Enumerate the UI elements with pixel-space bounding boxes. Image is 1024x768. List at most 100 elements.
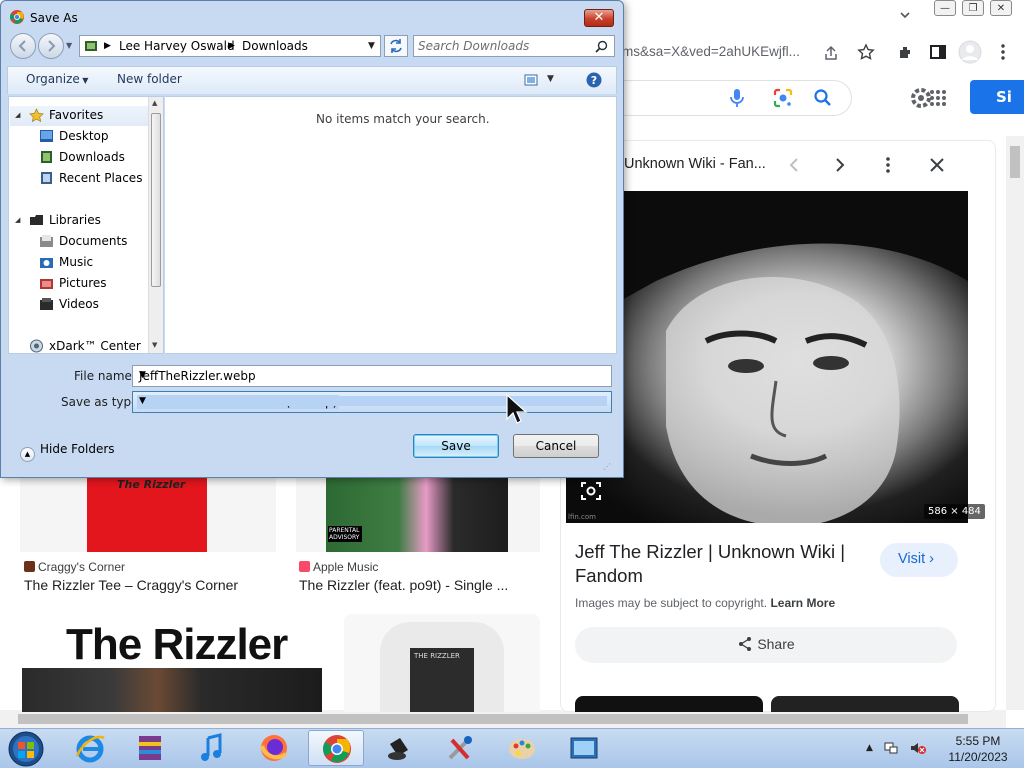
taskbar-screenshot[interactable] (556, 730, 612, 766)
chrome-menu-icon[interactable] (994, 43, 1012, 61)
preview-heading[interactable]: Jeff The Rizzler | Unknown Wiki | Fandom (575, 540, 865, 588)
next-image-icon[interactable] (832, 156, 848, 174)
sign-in-button[interactable]: Si (970, 80, 1024, 114)
previous-image-icon[interactable] (786, 156, 802, 174)
nav-pictures[interactable]: Pictures (40, 276, 107, 290)
visit-button[interactable]: Visit › (880, 543, 958, 577)
share-page-icon[interactable] (822, 44, 840, 62)
result-image[interactable]: THE RIZZLER (344, 614, 540, 712)
nav-downloads[interactable]: Downloads (41, 150, 125, 164)
voice-search-icon[interactable] (728, 88, 746, 108)
extensions-icon[interactable] (897, 43, 915, 61)
empty-results-message: No items match your search. (316, 112, 490, 126)
bookmark-star-icon[interactable] (857, 43, 875, 61)
save-button[interactable]: Save (413, 434, 499, 458)
organize-menu[interactable]: Organize ▼ (26, 72, 88, 86)
breadcrumb-separator-icon[interactable]: ▶ (104, 41, 111, 51)
side-panel-icon[interactable] (929, 43, 947, 61)
search-icon[interactable] (813, 88, 833, 108)
cancel-button[interactable]: Cancel (513, 434, 599, 458)
taskbar-chrome[interactable] (308, 730, 364, 766)
url-text[interactable]: ms&sa=X&ved=2ahUKEwjfl... (622, 44, 800, 59)
page-horizontal-scrollbar[interactable] (0, 710, 1006, 728)
result-image[interactable]: The Rizzler (22, 614, 322, 712)
minimize-button[interactable]: — (934, 0, 956, 16)
refresh-button[interactable] (384, 35, 408, 57)
tab-search-chevron-icon[interactable] (898, 8, 912, 22)
volume-muted-icon[interactable] (909, 740, 927, 756)
taskbar-firefox[interactable] (246, 730, 302, 766)
result-title[interactable]: The Rizzler Tee – Craggy's Corner (24, 577, 238, 593)
back-button[interactable] (10, 33, 36, 59)
taskbar-tools[interactable] (432, 730, 488, 766)
nav-videos[interactable]: Videos (40, 297, 99, 311)
show-hidden-icons-icon[interactable]: ▲ (866, 743, 873, 753)
result-source[interactable]: Apple Music (299, 560, 378, 574)
taskbar-clock[interactable]: 5:55 PM 11/20/2023 (938, 733, 1018, 765)
breadcrumb-downloads[interactable]: Downloads (242, 39, 308, 53)
taskbar-itunes[interactable] (184, 730, 240, 766)
search-downloads-field[interactable] (413, 35, 615, 57)
taskbar-paint[interactable] (494, 730, 550, 766)
save-as-type-dropdown-icon[interactable]: ▼ (137, 396, 607, 406)
preview-image[interactable]: lfin.com (566, 191, 968, 523)
nav-recent-places[interactable]: Recent Places (41, 171, 142, 185)
hide-folders-toggle[interactable]: ▲ Hide Folders (20, 442, 115, 462)
breadcrumb-separator-icon[interactable]: ▶ (228, 41, 235, 51)
navigation-scrollbar-thumb[interactable] (151, 113, 161, 287)
nav-favorites[interactable]: Favorites (29, 108, 103, 122)
collapse-favorites-icon[interactable]: ◢ (15, 111, 20, 119)
more-options-icon[interactable] (880, 156, 896, 174)
page-vertical-scrollbar[interactable] (1006, 136, 1024, 710)
taskbar-ie[interactable] (62, 730, 118, 766)
breadcrumb[interactable]: ▶ Lee Harvey Oswald ▶ Downloads (79, 35, 381, 57)
lens-search-icon[interactable] (580, 480, 602, 502)
search-input[interactable] (418, 38, 588, 54)
related-thumbnail[interactable] (771, 696, 959, 712)
file-name-dropdown-icon[interactable]: ▼ (139, 370, 607, 380)
taskbar-archive[interactable] (122, 730, 178, 766)
preview-source-title[interactable]: Unknown Wiki - Fan... (624, 156, 766, 172)
nav-documents[interactable]: Documents (40, 234, 127, 248)
start-orb-icon[interactable] (6, 730, 46, 768)
view-options-dropdown-icon[interactable]: ▼ (547, 74, 554, 84)
save-as-type-select[interactable]: Firefox HTML Document (*.webp)▼ (132, 391, 612, 413)
file-name-field[interactable]: JeffTheRizzler.webp ▼ (132, 365, 612, 387)
related-thumbnail[interactable] (575, 696, 763, 712)
scroll-up-icon[interactable]: ▲ (152, 99, 157, 107)
network-icon[interactable] (883, 740, 899, 756)
recent-locations-dropdown-icon[interactable]: ▼ (66, 41, 72, 50)
result-source[interactable]: Craggy's Corner (24, 560, 125, 574)
nav-desktop[interactable]: Desktop (40, 129, 109, 143)
forward-button[interactable] (38, 33, 64, 59)
breadcrumb-user[interactable]: Lee Harvey Oswald (119, 39, 235, 53)
dialog-close-button[interactable]: ✕ (584, 9, 614, 27)
learn-more-link[interactable]: Learn More (770, 596, 835, 610)
collapse-libraries-icon[interactable]: ◢ (15, 216, 20, 224)
nav-xdark-center[interactable]: xDark™ Center (30, 339, 141, 353)
nav-music[interactable]: Music (40, 255, 93, 269)
scroll-down-icon[interactable]: ▼ (152, 341, 157, 349)
file-list-pane[interactable] (165, 96, 617, 354)
apps-grid-icon[interactable] (928, 88, 948, 108)
navigation-scrollbar[interactable]: ▲ ▼ (148, 97, 163, 353)
nav-libraries[interactable]: Libraries (30, 213, 101, 227)
resize-grip-icon[interactable]: ⋰ (603, 462, 611, 471)
result-image[interactable]: The Rizzler (20, 478, 276, 552)
chevron-up-icon: ▲ (20, 447, 35, 462)
close-preview-icon[interactable] (928, 156, 946, 174)
restore-button[interactable]: ❐ (962, 0, 984, 16)
organize-dropdown-icon: ▼ (79, 76, 89, 85)
google-lens-icon[interactable] (772, 87, 794, 109)
path-dropdown-icon[interactable]: ▼ (363, 36, 380, 56)
result-image[interactable]: PARENTAL ADVISORY (296, 478, 540, 552)
profile-avatar[interactable] (958, 40, 982, 64)
help-icon[interactable]: ? (586, 72, 602, 88)
change-view-icon[interactable] (524, 74, 538, 86)
new-folder-button[interactable]: New folder (117, 72, 182, 86)
browser-close-button[interactable]: ✕ (990, 0, 1012, 16)
taskbar-paint-bucket[interactable] (370, 730, 426, 766)
result-title[interactable]: The Rizzler (feat. po9t) - Single ... (299, 577, 508, 593)
search-icon[interactable] (595, 40, 608, 53)
share-button[interactable]: Share (575, 627, 957, 663)
